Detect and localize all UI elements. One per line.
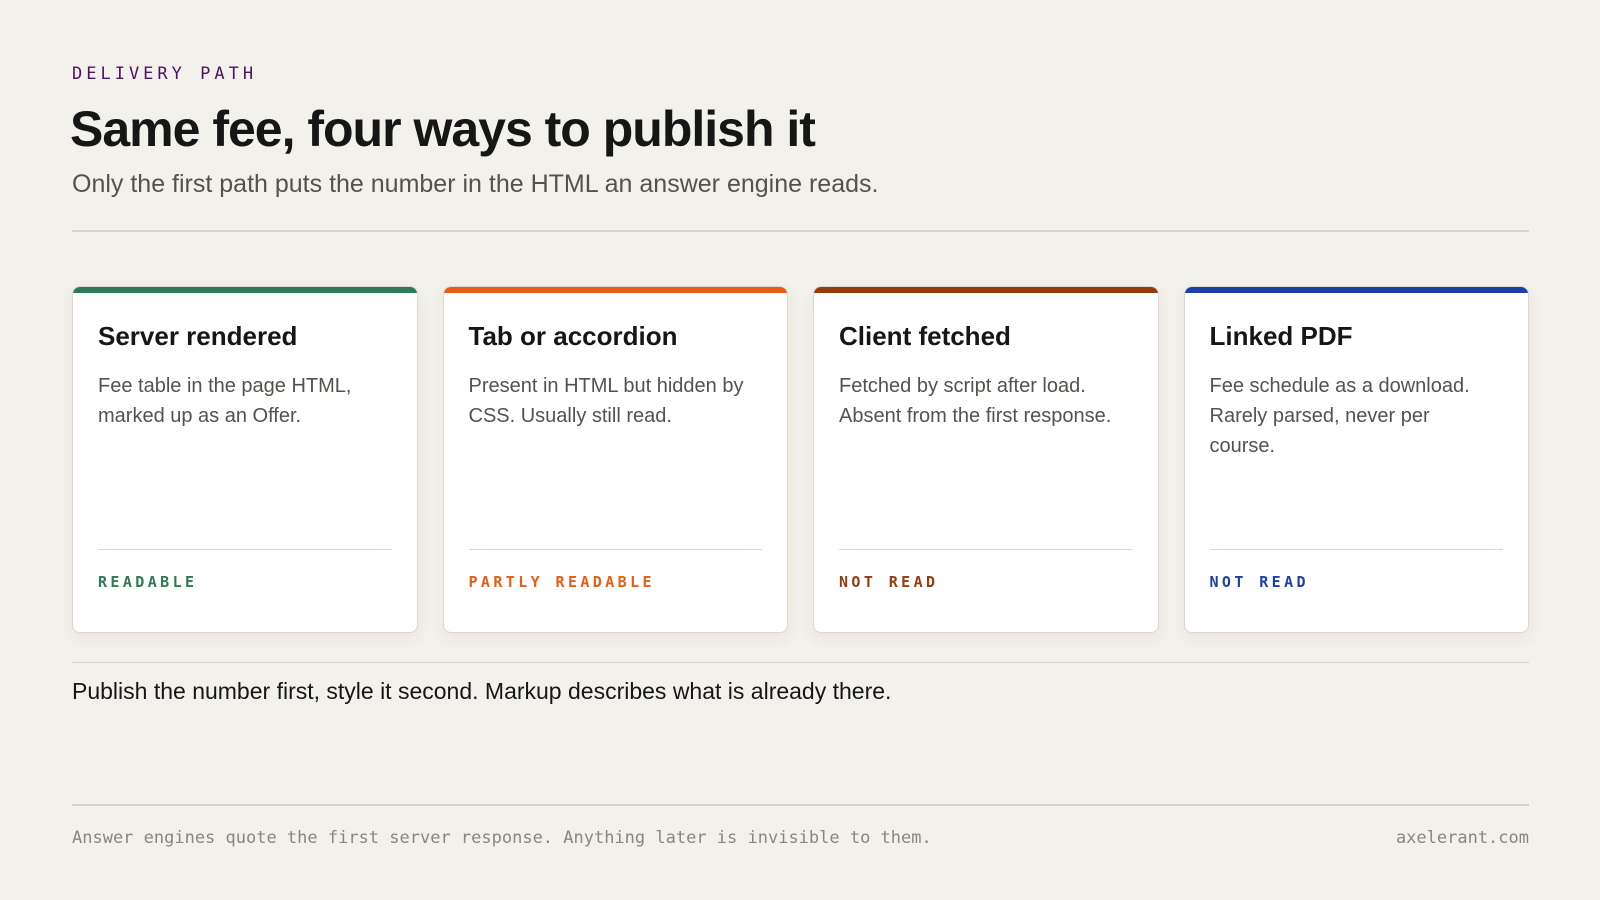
card-description: Fee table in the page HTML, marked up as… [98,375,352,427]
card-title: Linked PDF [1209,321,1353,351]
card-accent-bar [1184,287,1528,293]
section-eyebrow: DELIVERY PATH [72,64,258,84]
footer-divider [72,804,1529,806]
card-status: NOT READ [1209,573,1309,591]
card-accent-bar [814,287,1158,293]
card-client-fetched: Client fetched Fetched by script after l… [813,286,1159,633]
card-description: Fee schedule as a download. Rarely parse… [1209,375,1470,457]
takeaway-text: Publish the number first, style it secon… [72,678,892,704]
card-tab-or-accordion: Tab or accordion Present in HTML but hid… [442,286,788,633]
card-description: Present in HTML but hidden by CSS. Usual… [468,375,744,427]
card-divider [1209,549,1503,550]
card-accent-bar [73,287,417,293]
card-status: NOT READ [839,573,939,591]
page-title: Same fee, four ways to publish it [70,101,816,157]
takeaway-divider [72,662,1529,663]
card-title: Client fetched [839,321,1011,351]
footer-note: Answer engines quote the first server re… [72,828,932,848]
page-subtitle: Only the first path puts the number in t… [72,170,879,198]
header-divider [72,230,1529,232]
card-status: PARTLY READABLE [468,573,655,591]
card-divider [98,549,392,550]
card-status: READABLE [98,573,198,591]
card-title: Server rendered [98,321,298,351]
card-linked-pdf: Linked PDF Fee schedule as a download. R… [1183,286,1529,633]
card-accent-bar [443,287,787,293]
card-title: Tab or accordion [468,321,678,351]
delivery-path-cards: Server rendered Fee table in the page HT… [72,286,1529,633]
card-description: Fetched by script after load. Absent fro… [839,375,1112,427]
card-divider [468,549,762,550]
card-divider [839,549,1133,550]
footer-site-link[interactable]: axelerant.com [1396,828,1529,848]
card-server-rendered: Server rendered Fee table in the page HT… [72,286,418,633]
